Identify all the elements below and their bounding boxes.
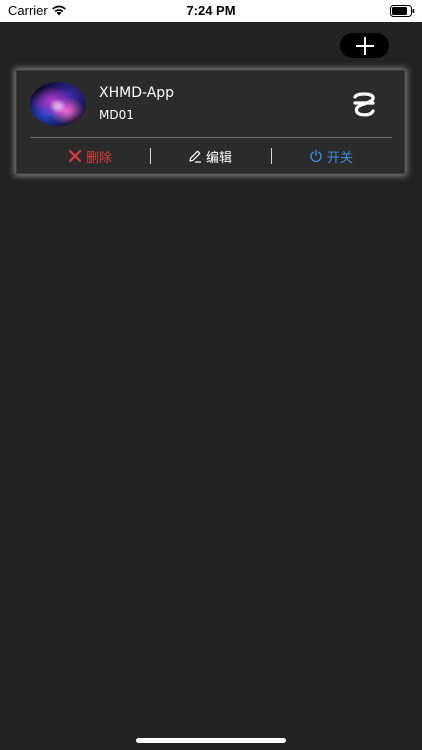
power-label: 开关 bbox=[327, 150, 354, 166]
close-icon bbox=[69, 150, 81, 162]
device-card[interactable]: XHMD-App MD01 删除 编辑 开关 bbox=[16, 70, 405, 174]
delete-label: 删除 bbox=[86, 150, 113, 166]
edit-button[interactable]: 编辑 bbox=[188, 147, 233, 166]
edit-label: 编辑 bbox=[206, 150, 233, 166]
status-bar: Carrier 7:24 PM bbox=[0, 0, 422, 22]
card-divider bbox=[30, 137, 392, 138]
action-separator bbox=[150, 148, 151, 164]
power-toggle-button[interactable]: 开关 bbox=[309, 147, 354, 166]
brand-logo-icon bbox=[353, 92, 375, 117]
device-avatar bbox=[30, 82, 86, 126]
power-icon bbox=[310, 149, 322, 162]
delete-button[interactable]: 删除 bbox=[68, 147, 113, 166]
plus-icon bbox=[355, 36, 374, 55]
action-separator bbox=[271, 148, 272, 164]
battery-icon bbox=[390, 5, 415, 17]
device-name: XHMD-App bbox=[99, 85, 175, 101]
clock: 7:24 PM bbox=[186, 3, 236, 18]
pencil-icon bbox=[189, 150, 201, 163]
add-device-button[interactable] bbox=[340, 33, 389, 58]
home-indicator[interactable] bbox=[136, 738, 286, 743]
device-id: MD01 bbox=[99, 108, 134, 122]
